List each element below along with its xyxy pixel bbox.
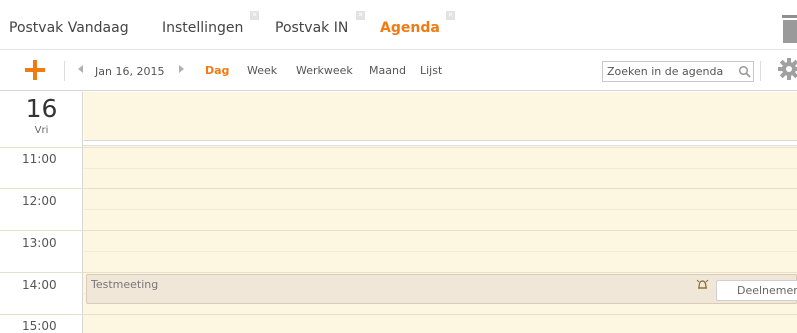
day-name: Vri	[34, 125, 49, 136]
time-label: 13:00	[22, 236, 57, 250]
view-lijst[interactable]: Lijst	[420, 64, 442, 77]
toolbar-divider	[64, 61, 65, 81]
day-number: 16	[25, 94, 58, 123]
hour-line	[0, 147, 797, 148]
view-werkweek[interactable]: Werkweek	[296, 64, 353, 77]
tab-postvak-in-close-icon[interactable]: ✕	[356, 11, 365, 20]
calendar-search	[602, 61, 754, 82]
tab-instellingen[interactable]: Instellingen	[162, 20, 243, 36]
calendar-event[interactable]: Testmeeting Deelnemen	[86, 274, 797, 304]
alarm-icon	[696, 279, 709, 289]
hour-line	[0, 230, 797, 231]
hour-line	[0, 314, 797, 315]
event-title: Testmeeting	[91, 278, 159, 291]
hour-line	[0, 272, 797, 273]
view-week[interactable]: Week	[247, 64, 277, 77]
time-grid[interactable]	[0, 146, 797, 333]
next-day-icon[interactable]	[179, 65, 184, 73]
time-label: 11:00	[22, 152, 57, 166]
day-header: 16 Vri	[0, 92, 83, 141]
toolbar-divider	[760, 61, 761, 81]
time-label: 12:00	[22, 194, 57, 208]
half-hour-line	[84, 168, 797, 169]
half-hour-line	[84, 209, 797, 210]
tab-postvak-in[interactable]: Postvak IN	[275, 20, 348, 36]
tab-postvak-vandaag[interactable]: Postvak Vandaag	[9, 20, 129, 36]
time-label: 15:00	[22, 319, 57, 333]
tab-instellingen-close-icon[interactable]: ✕	[250, 11, 259, 20]
grid-gap	[0, 141, 797, 146]
all-day-area[interactable]	[84, 92, 797, 141]
tab-bar: Postvak Vandaag Instellingen ✕ Postvak I…	[0, 0, 797, 50]
search-icon[interactable]	[738, 65, 751, 78]
accept-button[interactable]: Deelnemen	[716, 280, 797, 301]
search-input[interactable]	[607, 64, 731, 79]
tab-agenda[interactable]: Agenda	[380, 20, 440, 36]
view-maand[interactable]: Maand	[369, 64, 406, 77]
half-hour-line	[84, 251, 797, 252]
add-event-button[interactable]	[24, 59, 46, 81]
tab-agenda-close-icon[interactable]: ✕	[446, 11, 455, 20]
trash-icon[interactable]	[782, 15, 797, 43]
hour-line	[0, 188, 797, 189]
calendar-toolbar: Jan 16, 2015 Dag Week Werkweek Maand Lij…	[0, 51, 797, 91]
current-date-label: Jan 16, 2015	[95, 65, 165, 78]
previous-day-icon[interactable]	[78, 65, 83, 73]
view-dag[interactable]: Dag	[205, 64, 229, 77]
time-label: 14:00	[22, 278, 57, 292]
gear-icon[interactable]	[778, 58, 797, 80]
